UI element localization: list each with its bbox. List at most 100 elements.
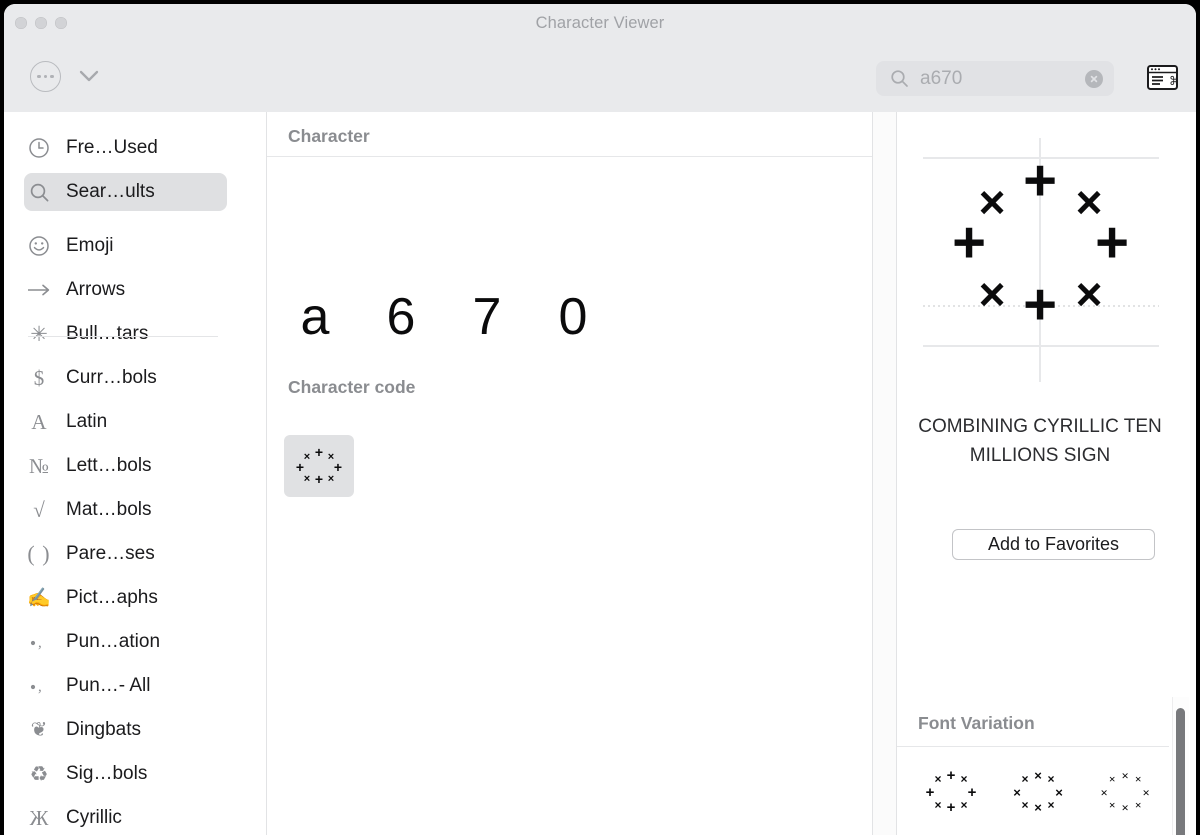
font-variation-header: Font Variation (918, 713, 1035, 733)
svg-text:×: × (960, 798, 967, 812)
svg-text:×: × (304, 451, 310, 463)
search-icon (24, 177, 54, 207)
svg-text:×: × (1143, 785, 1150, 800)
character-section-header: Character (288, 126, 370, 146)
svg-text:+: + (315, 444, 323, 460)
sidebar-item-pict-aphs[interactable]: ✍ Pict…aphs (24, 579, 227, 617)
title-bar: Character Viewer (4, 4, 1196, 45)
content-area: Fre…Used Sear…ults Emoji Arrows ✳ Bull…tars $ C… (4, 112, 1196, 835)
svg-text:+: + (315, 471, 323, 487)
character-preview: + × × + + × × + (923, 138, 1159, 382)
sidebar-item-label: Pict…aphs (66, 587, 158, 608)
sidebar-item-mat-bols[interactable]: √ Mat…bols (24, 491, 227, 529)
font-variation-cell[interactable]: ×××××××× (994, 753, 1081, 829)
sidebar-item-bull-tars[interactable]: ✳ Bull…tars (24, 315, 227, 353)
font-variation-cell[interactable]: +××++××+ (907, 753, 994, 829)
font-variation-glyph: ×× ×× ×× ×× (1013, 768, 1063, 815)
sidebar-item-label: Dingbats (66, 719, 141, 740)
search-icon (891, 70, 908, 87)
input-source-keyboard-icon[interactable]: ⌘ (1147, 65, 1178, 90)
window-title: Character Viewer (535, 14, 665, 32)
sidebar-item-curr-bols[interactable]: $ Curr…bols (24, 359, 227, 397)
sidebar-item-dingbats[interactable]: ❦ Dingbats (24, 711, 227, 749)
sidebar-item-label: Sig…bols (66, 763, 148, 784)
svg-text:+: + (1023, 148, 1057, 213)
character-header-rule (267, 156, 872, 157)
svg-text:×: × (979, 268, 1006, 320)
character-viewer-window: Character Viewer a670 ⌘ Fre…Used Sear…ul… (4, 4, 1196, 835)
sidebar-item-label: Latin (66, 411, 108, 432)
svg-text:×: × (960, 772, 967, 786)
bullet-star-icon: ✳ (30, 322, 48, 346)
sidebar-item-pun-all[interactable]: , Pun…- All (24, 667, 227, 705)
sidebar-item-fre-used[interactable]: Fre…Used (24, 129, 227, 167)
result-tile-a670[interactable]: + × × + + × × + (284, 435, 354, 497)
svg-text:+: + (967, 784, 976, 801)
font-variation-rule (897, 746, 1169, 747)
sidebar-item-pun-ation[interactable]: , Pun…ation (24, 623, 227, 661)
character-name: COMBINING CYRILLIC TEN MILLIONS SIGN (918, 416, 1162, 466)
svg-text:×: × (1047, 772, 1054, 786)
font-variation-scrollbar[interactable] (1176, 708, 1185, 835)
letterlike-icon: № (28, 453, 50, 478)
character-glyph[interactable]: 7 (457, 284, 517, 350)
svg-text:×: × (1047, 798, 1054, 812)
panel-gutter (873, 112, 897, 835)
currency-icon: $ (33, 365, 45, 390)
search-input-value[interactable]: a670 (920, 68, 962, 90)
clock-icon (24, 133, 54, 163)
chevron-down-icon[interactable] (78, 67, 100, 85)
character-glyph[interactable]: 0 (543, 284, 603, 350)
font-variation-cell[interactable]: +××++××+ (1082, 829, 1169, 835)
sidebar-item-arrows[interactable]: Arrows (24, 271, 227, 309)
svg-text:×: × (1076, 268, 1103, 320)
sidebar-item-latin[interactable]: A Latin (24, 403, 227, 441)
search-field[interactable]: a670 (876, 61, 1114, 96)
font-variation-cell[interactable]: ×××××××× (907, 829, 994, 835)
add-to-favorites-button[interactable]: Add to Favorites (952, 529, 1155, 560)
font-variation-cell[interactable]: ×××××××× (994, 829, 1081, 835)
sidebar-item-cyrillic[interactable]: Ж Cyrillic (24, 799, 227, 835)
svg-text:⌘: ⌘ (1169, 74, 1178, 88)
sidebar-divider (28, 336, 218, 337)
sidebar-item-sear-ults[interactable]: Sear…ults (24, 173, 227, 211)
clear-circle-icon[interactable] (1085, 70, 1103, 88)
sidebar-item-label: Lett…bols (66, 455, 152, 476)
sidebar: Fre…Used Sear…ults Emoji Arrows ✳ Bull…tars $ C… (4, 112, 248, 835)
combining-cyrillic-ten-millions-glyph: + × × + + × × + (296, 444, 342, 487)
svg-text:+: + (946, 799, 955, 816)
sidebar-item-label: Sear…ults (66, 181, 155, 202)
svg-text:×: × (1021, 798, 1028, 812)
svg-text:,: , (38, 679, 42, 695)
svg-text:×: × (1122, 800, 1129, 815)
font-variation-cell[interactable]: ×××××××× (1082, 753, 1169, 829)
punctuation-icon: , (24, 627, 54, 657)
sidebar-item-lett-bols[interactable]: № Lett…bols (24, 447, 227, 485)
sidebar-item-sig-bols[interactable]: ♻ Sig…bols (24, 755, 227, 793)
svg-text:×: × (1135, 798, 1142, 812)
svg-text:×: × (1101, 785, 1108, 800)
pictograph-icon: ✍ (27, 587, 51, 609)
svg-text:×: × (1055, 785, 1063, 800)
punctuation-icon: , (24, 671, 54, 701)
character-glyph[interactable]: a (285, 284, 345, 350)
detail-panel: + × × + + × × + COMBINING CYRILLIC TEN M… (897, 112, 1196, 835)
svg-text:×: × (304, 473, 310, 485)
svg-text:×: × (1109, 772, 1116, 786)
svg-text:×: × (1034, 768, 1042, 783)
svg-text:×: × (1013, 785, 1021, 800)
character-glyph[interactable]: 6 (371, 284, 431, 350)
sidebar-item-pare-ses[interactable]: ( ) Pare…ses (24, 535, 227, 573)
svg-text:×: × (328, 473, 334, 485)
svg-text:×: × (1135, 772, 1142, 786)
sidebar-item-emoji[interactable]: Emoji (24, 227, 227, 265)
ellipsis-circle-icon[interactable] (30, 61, 61, 92)
arrow-right-icon (24, 275, 54, 305)
svg-text:×: × (1034, 800, 1042, 815)
parentheses-icon: ( ) (27, 541, 51, 566)
svg-text:×: × (1109, 798, 1116, 812)
dingbats-icon: ❦ (30, 719, 48, 741)
sidebar-item-label: Pare…ses (66, 543, 155, 564)
svg-text:+: + (952, 210, 986, 275)
math-radical-icon: √ (33, 497, 45, 522)
